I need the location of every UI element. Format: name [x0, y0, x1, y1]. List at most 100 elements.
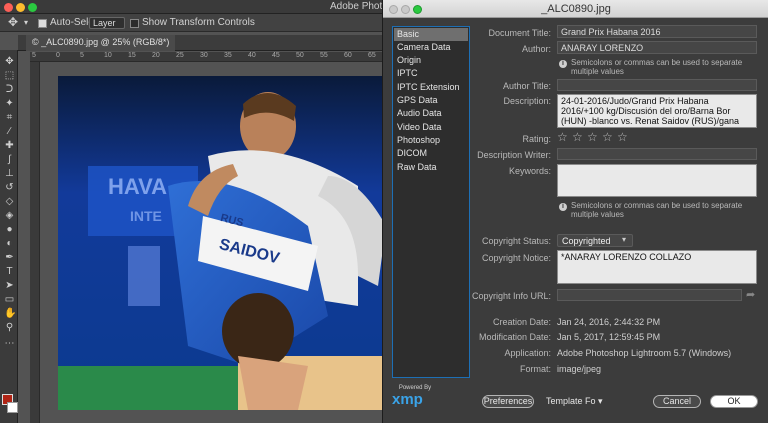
author-title-field[interactable]: [557, 79, 757, 91]
dialog-title: _ALC0890.jpg: [541, 3, 611, 15]
rating-label: Rating:: [522, 134, 551, 144]
document-tab[interactable]: © _ALC0890.jpg @ 25% (RGB/8*): [26, 35, 176, 51]
eraser-icon[interactable]: ◇: [4, 196, 15, 207]
file-info-dialog: _ALC0890.jpg Basic Camera Data Origin IP…: [382, 0, 768, 423]
auto-select-dropdown[interactable]: Layer: [89, 17, 125, 29]
author-field[interactable]: ANARAY LORENZO: [557, 41, 757, 54]
hand-icon[interactable]: ✋: [4, 308, 16, 319]
chevron-down-icon: ▾: [622, 235, 627, 244]
type-icon[interactable]: T: [4, 266, 15, 277]
copyright-status-value: Copyrighted: [562, 236, 611, 246]
dodge-icon[interactable]: ◐: [4, 238, 15, 249]
healing-brush-icon[interactable]: ✚: [4, 140, 15, 151]
close-window-button[interactable]: [4, 3, 13, 12]
cancel-button[interactable]: Cancel: [653, 395, 701, 408]
ruler-number: 65: [368, 52, 376, 59]
copyright-notice-field[interactable]: *ANARAY LORENZO COLLAZO: [557, 250, 757, 284]
category-audio-data[interactable]: Audio Data: [394, 107, 468, 120]
star-icon[interactable]: ☆: [617, 131, 628, 143]
auto-select-checkbox[interactable]: [38, 19, 47, 28]
ruler-number: 5: [32, 52, 36, 59]
document-title-field[interactable]: Grand Prix Habana 2016: [557, 25, 757, 38]
star-icon[interactable]: ☆: [572, 131, 583, 143]
gradient-icon[interactable]: ◈: [4, 210, 15, 221]
ruler-number: 55: [320, 52, 328, 59]
minimize-window-button[interactable]: [16, 3, 25, 12]
description-field[interactable]: 24-01-2016/Judo/Grand Prix Habana 2016/+…: [557, 94, 757, 128]
chevron-down-icon: ▾: [595, 396, 603, 406]
application-value: Adobe Photoshop Lightroom 5.7 (Windows): [557, 348, 732, 358]
background-color-swatch[interactable]: [7, 402, 18, 413]
copyright-status-dropdown[interactable]: Copyrighted ▾: [557, 234, 633, 247]
description-writer-field[interactable]: [557, 148, 757, 160]
star-icon[interactable]: ☆: [587, 131, 598, 143]
ruler-number: 20: [152, 52, 160, 59]
copyright-url-field[interactable]: [557, 289, 742, 301]
ruler-number: 35: [224, 52, 232, 59]
modification-date-label: Modification Date:: [478, 332, 551, 342]
history-brush-icon[interactable]: ↺: [4, 182, 15, 193]
keywords-separator-hint: Semicolons or commas can be used to sepa…: [571, 201, 743, 219]
clone-stamp-icon[interactable]: ⊥: [4, 168, 15, 179]
zoom-icon[interactable]: ⚲: [4, 322, 15, 333]
preferences-button[interactable]: Preferences: [482, 395, 534, 408]
move-icon[interactable]: ✥: [4, 56, 15, 67]
document-tabbar: © _ALC0890.jpg @ 25% (RGB/8*): [18, 35, 388, 51]
keywords-field[interactable]: [557, 164, 757, 197]
ruler-number: 0: [56, 52, 60, 59]
ok-button[interactable]: OK: [710, 395, 758, 408]
magic-wand-icon[interactable]: ✦: [4, 98, 15, 109]
chevron-down-icon[interactable]: ▾: [24, 18, 28, 27]
show-transform-checkbox[interactable]: [130, 19, 139, 28]
creation-date-value: Jan 24, 2016, 2:44:32 PM: [557, 317, 661, 327]
category-video-data[interactable]: Video Data: [394, 121, 468, 134]
creation-date-label: Creation Date:: [492, 317, 551, 327]
eyedropper-icon[interactable]: ∕: [4, 126, 15, 137]
brush-icon[interactable]: ∫: [4, 154, 15, 165]
author-label: Author:: [521, 44, 551, 54]
ruler-number: 45: [272, 52, 280, 59]
move-tool-icon[interactable]: ✥: [8, 15, 18, 29]
info-icon: i: [559, 60, 567, 68]
vertical-ruler: [30, 62, 40, 423]
star-icon[interactable]: ☆: [602, 131, 613, 143]
document-canvas-photo[interactable]: HAVA INTE SAIDOV RUS: [58, 76, 386, 410]
category-iptc[interactable]: IPTC: [394, 67, 468, 80]
template-folder-button[interactable]: Template Fo ▾: [546, 396, 603, 407]
info-icon: i: [559, 203, 567, 211]
ruler-number: 10: [104, 52, 112, 59]
category-origin[interactable]: Origin: [394, 54, 468, 67]
shape-icon[interactable]: ▭: [4, 294, 15, 305]
ruler-number: 60: [344, 52, 352, 59]
more-tools-icon[interactable]: ⋯: [4, 338, 15, 349]
author-title-label: Author Title:: [502, 81, 551, 91]
lasso-icon[interactable]: ᑐ: [4, 84, 15, 95]
format-value: image/jpeg: [557, 364, 602, 374]
description-label: Description:: [503, 96, 551, 106]
modification-date-value: Jan 5, 2017, 12:59:45 PM: [557, 332, 661, 342]
copyright-status-label: Copyright Status:: [481, 236, 551, 246]
zoom-window-button[interactable]: [28, 3, 37, 12]
format-label: Format:: [519, 364, 551, 374]
ruler-number: 25: [176, 52, 184, 59]
go-to-url-arrow-icon[interactable]: ➦: [746, 288, 755, 301]
pen-icon[interactable]: ✒: [4, 252, 15, 263]
blur-icon[interactable]: ●: [4, 224, 15, 235]
ruler-number: 15: [128, 52, 136, 59]
application-label: Application:: [504, 348, 551, 358]
ruler-number: 40: [248, 52, 256, 59]
xmp-logo: xmp: [392, 391, 423, 408]
path-selection-icon[interactable]: ➤: [4, 280, 15, 291]
keywords-label: Keywords:: [508, 166, 551, 176]
judo-photo-image: HAVA INTE SAIDOV RUS: [58, 76, 386, 410]
marquee-icon[interactable]: ⬚: [4, 70, 15, 81]
ruler-number: 30: [200, 52, 208, 59]
show-transform-label: Show Transform Controls: [142, 17, 255, 28]
dialog-titlebar: _ALC0890.jpg: [383, 0, 768, 18]
horizontal-ruler: 5 0 5 10 15 20 25 30 35 40 45 50 55 60 65: [30, 52, 390, 62]
ruler-number: 5: [80, 52, 84, 59]
crop-icon[interactable]: ⌗: [4, 112, 15, 123]
star-icon[interactable]: ☆: [557, 131, 568, 143]
app-title: Adobe Photo: [330, 1, 388, 12]
document-title-label: Document Title:: [488, 28, 551, 38]
